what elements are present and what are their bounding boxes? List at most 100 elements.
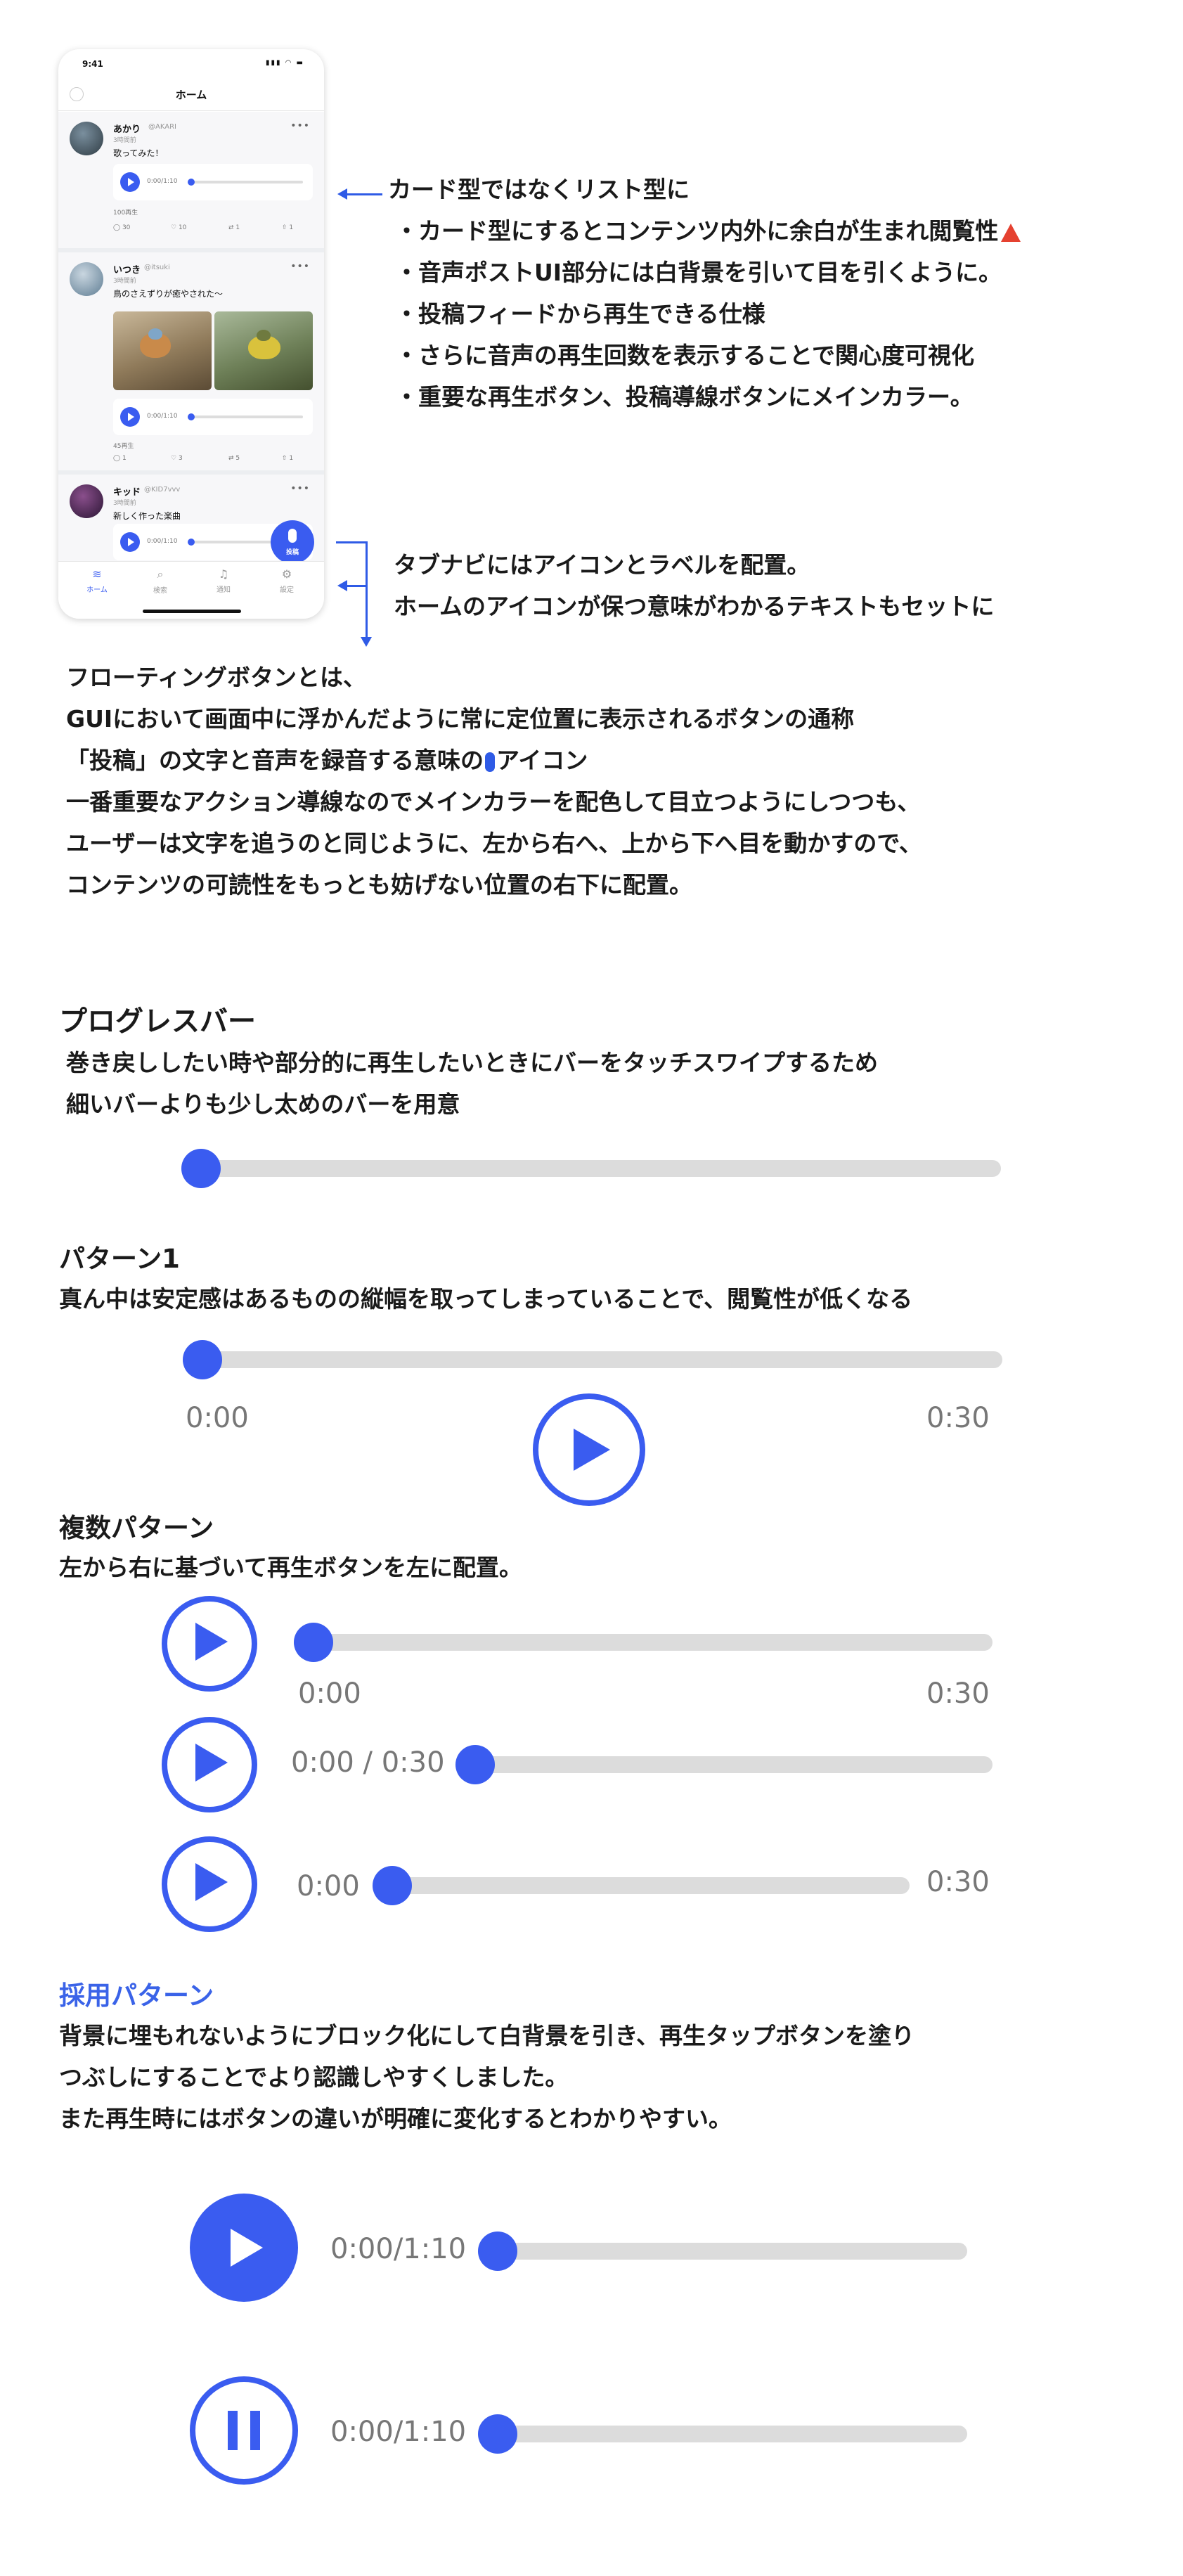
- progress-knob[interactable]: [478, 2414, 517, 2454]
- progress-knob[interactable]: [188, 539, 195, 546]
- play-icon: [195, 1623, 228, 1661]
- share-count: 1: [289, 224, 294, 231]
- progress-knob[interactable]: [294, 1623, 333, 1662]
- repost-count: 5: [235, 455, 240, 462]
- arrow-line: [346, 585, 367, 587]
- more-options-icon[interactable]: •••: [290, 120, 310, 131]
- audio-player: 0:00/1:10: [113, 399, 313, 435]
- tab-search[interactable]: ⌕ 検索: [136, 567, 185, 595]
- post-author-name[interactable]: キッド: [113, 484, 141, 498]
- note-floating-button: フローティングボタンとは、 GUIにおいて画面中に浮かんだように常に定位置に表示…: [66, 657, 922, 906]
- time-display: 0:00/1:10: [330, 2416, 467, 2448]
- arrow-left-icon: [337, 188, 347, 200]
- play-button[interactable]: [190, 2194, 298, 2302]
- arrow-line: [366, 541, 368, 640]
- note-line-text: 「投稿」の文字と音声を録音する意味の: [66, 747, 484, 774]
- progress-knob[interactable]: [455, 1745, 495, 1784]
- like-count: 10: [178, 224, 187, 231]
- section-title-multi: 複数パターン: [59, 1513, 214, 1543]
- note-line: ・重要な再生ボタン、投稿導線ボタンにメインカラー。: [395, 383, 974, 411]
- post-image[interactable]: [113, 311, 212, 390]
- post-author-handle: @itsuki: [144, 264, 170, 271]
- post-author-name[interactable]: あかり: [113, 122, 141, 135]
- avatar[interactable]: [70, 122, 103, 155]
- progress-track[interactable]: [472, 1756, 993, 1773]
- play-button[interactable]: [120, 407, 140, 427]
- progress-knob[interactable]: [188, 413, 195, 420]
- comment-count: 30: [122, 224, 131, 231]
- play-button[interactable]: [162, 1836, 257, 1932]
- pause-button[interactable]: [190, 2376, 298, 2485]
- progress-track[interactable]: [190, 181, 303, 183]
- play-button[interactable]: [162, 1596, 257, 1692]
- like-button[interactable]: ♡ 10: [171, 224, 186, 231]
- play-button[interactable]: [162, 1717, 257, 1812]
- status-icons: ▮▮▮ ◠ ▬: [265, 59, 304, 67]
- app-header: ホーム: [58, 77, 324, 111]
- play-button[interactable]: [120, 172, 140, 192]
- progress-track[interactable]: [294, 1634, 993, 1651]
- avatar[interactable]: [70, 262, 103, 296]
- play-button[interactable]: [533, 1393, 645, 1506]
- time-display: 0:00 / 0:30: [291, 1746, 445, 1779]
- tab-home[interactable]: ≋ ホーム: [72, 567, 122, 594]
- note-list-style: カード型ではなくリスト型に ・カード型にするとコンテンツ内外に余白が生まれ閲覧性…: [388, 169, 1021, 418]
- avatar[interactable]: [70, 484, 103, 518]
- note-line: ・カード型にするとコンテンツ内外に余白が生まれ閲覧性: [388, 210, 1021, 252]
- play-icon: [195, 1744, 228, 1782]
- adopted-desc: つぶしにすることでより認識しやすくしました。: [59, 2063, 569, 2091]
- tab-settings[interactable]: ⚙ 設定: [262, 567, 311, 594]
- post-text: 新しく作った楽曲: [113, 511, 181, 521]
- note-line: 「投稿」の文字と音声を録音する意味の アイコン: [66, 740, 922, 781]
- like-button[interactable]: ♡ 3: [171, 455, 183, 462]
- comment-button[interactable]: ◯ 1: [113, 455, 127, 462]
- mic-icon: [485, 752, 495, 772]
- progress-knob[interactable]: [188, 179, 195, 186]
- audio-time: 0:00/1:10: [147, 413, 178, 420]
- bird-shape: [257, 330, 271, 341]
- time-start: 0:00: [297, 1870, 360, 1902]
- post-image[interactable]: [214, 311, 313, 390]
- arrow-left-icon: [337, 580, 347, 591]
- progress-track[interactable]: [183, 1351, 1002, 1368]
- progress-knob[interactable]: [373, 1866, 412, 1905]
- post-author-handle: @KID7vvv: [144, 486, 181, 494]
- section-title-adopted: 採用パターン: [59, 1981, 214, 2011]
- feed-post[interactable]: あかり @AKARI 3時間前 ••• 歌ってみた！ 0:00/1:10 100…: [58, 112, 324, 252]
- share-button[interactable]: ⇧ 1: [282, 455, 293, 462]
- tab-label: 通知: [216, 586, 231, 594]
- arrow-line: [346, 193, 382, 195]
- progress-track[interactable]: [190, 416, 303, 418]
- post-fab-button[interactable]: 投稿: [271, 520, 314, 564]
- pause-icon: [250, 2411, 260, 2450]
- play-icon: [574, 1429, 610, 1471]
- post-time: 3時間前: [113, 500, 136, 507]
- post-author-name[interactable]: いつき: [113, 262, 141, 276]
- more-options-icon[interactable]: •••: [290, 261, 310, 272]
- post-time: 3時間前: [113, 278, 136, 285]
- progress-track[interactable]: [485, 2243, 967, 2260]
- progress-knob[interactable]: [181, 1149, 221, 1188]
- post-author-handle: @AKARI: [148, 123, 176, 131]
- more-options-icon[interactable]: •••: [290, 483, 310, 494]
- play-icon: [195, 1863, 228, 1901]
- post-actions: ◯ 1 ♡ 3 ⇄ 5 ⇧ 1: [113, 455, 313, 465]
- progress-track[interactable]: [181, 1160, 1001, 1177]
- play-count: 45再生: [113, 443, 134, 450]
- progress-track[interactable]: [375, 1877, 910, 1894]
- tab-notifications[interactable]: ♫ 通知: [199, 567, 248, 594]
- tab-bar: ≋ ホーム ⌕ 検索 ♫ 通知 ⚙ 設定: [58, 561, 324, 619]
- progress-knob[interactable]: [478, 2232, 517, 2271]
- audio-time: 0:00/1:10: [147, 178, 178, 185]
- comment-button[interactable]: ◯ 30: [113, 224, 130, 231]
- feed-post[interactable]: いつき @itsuki 3時間前 ••• 鳥のさえずりが癒やされた〜 0:00/…: [58, 252, 324, 475]
- progress-knob[interactable]: [183, 1340, 222, 1379]
- share-button[interactable]: ⇧ 1: [282, 224, 293, 231]
- repost-button[interactable]: ⇄ 1: [228, 224, 240, 231]
- play-icon: [231, 2229, 263, 2267]
- repost-button[interactable]: ⇄ 5: [228, 455, 240, 462]
- fab-label: 投稿: [285, 549, 299, 556]
- play-button[interactable]: [120, 532, 140, 552]
- note-line: 一番重要なアクション導線なのでメインカラーを配色して目立つようにしつつも、: [66, 788, 921, 816]
- progress-track[interactable]: [485, 2426, 967, 2442]
